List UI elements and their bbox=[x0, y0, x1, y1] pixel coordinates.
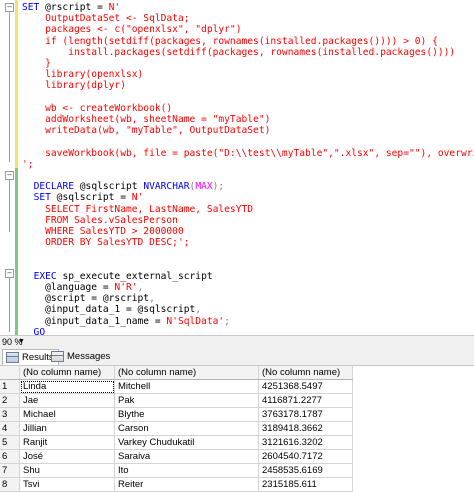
code-line: library(dplyr) bbox=[22, 79, 126, 93]
code-token: MAX bbox=[195, 181, 213, 193]
code-line: ORDER BY SalesYTD DESC;'; bbox=[22, 236, 190, 250]
table-row[interactable]: 5 Ranjit Varkey Chudukatil 3121616.3202 bbox=[0, 435, 353, 450]
row-number[interactable]: 2 bbox=[0, 393, 20, 408]
tab-label: Messages bbox=[67, 351, 111, 362]
code-token: library(dplyr) bbox=[22, 80, 126, 92]
table-cell[interactable]: Pak bbox=[114, 393, 259, 408]
table-cell[interactable]: Michael bbox=[19, 407, 115, 422]
table-cell[interactable]: José bbox=[19, 449, 115, 464]
row-header-corner[interactable] bbox=[0, 366, 20, 380]
results-table: (No column name) (No column name) (No co… bbox=[0, 366, 353, 492]
code-token: '; bbox=[22, 158, 34, 170]
table-cell[interactable]: Tsvi bbox=[19, 477, 115, 492]
column-header[interactable]: (No column name) bbox=[19, 366, 115, 380]
table-cell[interactable]: Jae bbox=[19, 393, 115, 408]
row-number[interactable]: 8 bbox=[0, 477, 20, 492]
table-cell[interactable]: Saraiva bbox=[114, 449, 259, 464]
table-cell[interactable]: Linda bbox=[19, 379, 115, 394]
code-token: ; bbox=[224, 315, 230, 327]
fold-line bbox=[9, 278, 10, 332]
editor-margin: − − − bbox=[0, 0, 18, 345]
table-row[interactable]: 6 José Saraiva 2604540.7172 bbox=[0, 449, 353, 464]
table-cell[interactable]: Ranjit bbox=[19, 435, 115, 450]
row-number[interactable]: 4 bbox=[0, 421, 20, 436]
code-line: writeData(wb, "myTable", OutputDataSet) bbox=[22, 124, 270, 138]
tab-messages[interactable]: Messages bbox=[48, 349, 114, 364]
table-cell[interactable]: Ito bbox=[114, 463, 259, 478]
fold-line bbox=[9, 12, 10, 162]
table-cell[interactable]: 2604540.7172 bbox=[258, 449, 353, 464]
table-cell[interactable]: 2458535.6169 bbox=[258, 463, 353, 478]
code-token: N'SqlData' bbox=[166, 315, 225, 327]
row-number[interactable]: 6 bbox=[0, 449, 20, 464]
collapse-icon[interactable]: − bbox=[5, 269, 14, 278]
table-cell[interactable]: 4251368.5497 bbox=[258, 379, 353, 394]
grid-icon bbox=[6, 352, 19, 363]
table-cell[interactable]: Jillian bbox=[19, 421, 115, 436]
table-cell[interactable]: Mitchell bbox=[114, 379, 259, 394]
change-indicator bbox=[15, 168, 18, 336]
code-token: saveWorkbook(wb, file = paste("D:\\test\… bbox=[45, 147, 474, 159]
code-token: ORDER BY SalesYTD DESC;'; bbox=[22, 237, 190, 249]
code-line: '; bbox=[22, 158, 34, 172]
row-number[interactable]: 1 bbox=[0, 379, 20, 394]
table-cell[interactable]: 2315185.611 bbox=[258, 477, 353, 492]
row-number[interactable]: 5 bbox=[0, 435, 20, 450]
table-row[interactable]: 7 Shu Ito 2458535.6169 bbox=[0, 463, 353, 478]
collapse-icon[interactable]: − bbox=[5, 171, 14, 180]
code-token: writeData(wb, "myTable", OutputDataSet) bbox=[22, 125, 271, 137]
table-cell[interactable]: Carson bbox=[114, 421, 259, 436]
column-header[interactable]: (No column name) bbox=[114, 366, 259, 380]
code-line: saveWorkbook(wb, file = paste("D:\\test\… bbox=[22, 147, 474, 161]
row-number[interactable]: 7 bbox=[0, 463, 20, 478]
results-grid[interactable]: (No column name) (No column name) (No co… bbox=[0, 366, 474, 492]
code-token: ); bbox=[212, 181, 225, 193]
collapse-icon[interactable]: − bbox=[5, 3, 14, 12]
code-line: @input_data_1_name = N'SqlData'; bbox=[22, 315, 230, 329]
table-cell[interactable]: Shu bbox=[19, 463, 115, 478]
column-header[interactable]: (No column name) bbox=[258, 366, 353, 380]
table-row[interactable]: 1 Linda Mitchell 4251368.5497 bbox=[0, 379, 353, 394]
chevron-down-icon[interactable]: ▼ bbox=[18, 336, 25, 348]
table-cell[interactable]: Blythe bbox=[114, 407, 259, 422]
fold-line bbox=[9, 180, 10, 232]
table-cell[interactable]: 3763178.1787 bbox=[258, 407, 353, 422]
table-row[interactable]: 4 Jillian Carson 3189418.3662 bbox=[0, 421, 353, 436]
table-cell[interactable]: Reiter bbox=[114, 477, 259, 492]
code-line: install.packages(setdiff(packages, rowna… bbox=[22, 46, 455, 60]
code-token: install.packages(setdiff(packages, rowna… bbox=[22, 46, 456, 58]
zoom-bar: 90 % ▼ bbox=[0, 335, 474, 348]
table-row[interactable]: 2 Jae Pak 4116871.2277 bbox=[0, 393, 353, 408]
table-row[interactable]: 8 Tsvi Reiter 2315185.611 bbox=[0, 477, 353, 492]
results-tabs: Results Messages bbox=[0, 348, 474, 366]
table-cell[interactable]: Varkey Chudukatil bbox=[114, 435, 259, 450]
header-row: (No column name) (No column name) (No co… bbox=[0, 366, 353, 380]
messages-icon bbox=[51, 351, 64, 362]
table-cell[interactable]: 4116871.2277 bbox=[258, 393, 353, 408]
table-cell[interactable]: 3189418.3662 bbox=[258, 421, 353, 436]
table-cell[interactable]: 3121616.3202 bbox=[258, 435, 353, 450]
query-editor[interactable]: − − − SET @rscript = N' OutputDataSet <-… bbox=[0, 0, 474, 345]
table-row[interactable]: 3 Michael Blythe 3763178.1787 bbox=[0, 407, 353, 422]
row-number[interactable]: 3 bbox=[0, 407, 20, 422]
change-indicator bbox=[15, 0, 18, 168]
code-token: NVARCHAR bbox=[143, 181, 190, 193]
